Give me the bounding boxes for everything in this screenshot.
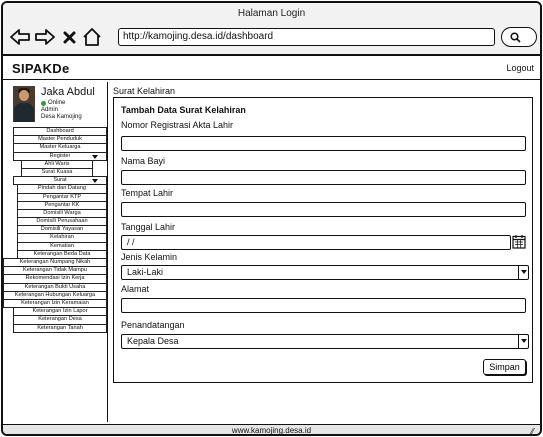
sidebar-item-label: Surat Kuasa: [41, 168, 73, 175]
close-icon: [63, 31, 75, 43]
sidebar: Jaka Abdul Online Admin Desa Kamojing Da…: [3, 82, 108, 422]
calendar-icon: [512, 235, 526, 249]
penandatangan-select[interactable]: Kepala Desa: [121, 334, 529, 349]
browser-window: Halaman Login http://kamojing.desa.id/da…: [1, 1, 542, 436]
chevron-down-icon: [92, 154, 98, 159]
sidebar-item-label: Surat: [53, 177, 67, 184]
home-button[interactable]: [81, 26, 103, 48]
browser-toolbar: Halaman Login http://kamojing.desa.id/da…: [3, 3, 540, 56]
form-title: Tambah Data Surat Kelahiran: [121, 105, 246, 115]
window-title: Halaman Login: [237, 8, 306, 19]
online-status: Online: [41, 100, 65, 106]
app-brand: SIPAKDe: [12, 61, 70, 76]
search-icon: [510, 31, 521, 43]
akta-input[interactable]: [121, 136, 526, 151]
sidebar-item-label: Keterangan Numpang Nikah: [19, 259, 91, 265]
sidebar-menu: Dashboard Master Penduduk Master Keluarg…: [3, 127, 107, 333]
breadcrumb: Surat Kelahiran: [113, 86, 176, 96]
sidebar-item-label: Keterangan Beda Data: [33, 250, 91, 257]
forward-button[interactable]: [34, 26, 56, 48]
form-panel: Tambah Data Surat Kelahiran Nomor Regist…: [113, 97, 533, 383]
sidebar-item-label: Keterangan Bukti Usaha: [24, 283, 86, 290]
sidebar-item-label: Rekomendasi Izin Kerja: [25, 275, 85, 282]
sidebar-item-label: Keterangan Tidak Mampu: [22, 267, 88, 274]
status-bar: www.kamojing.desa.id ⁄⁄: [3, 424, 540, 435]
sidebar-item-label: Keterangan Izin Keramaian: [21, 299, 89, 306]
penandatangan-value: Kepala Desa: [127, 336, 179, 346]
address-bar[interactable]: http://kamojing.desa.id/dashboard: [118, 28, 495, 46]
chevron-down-icon: [92, 179, 98, 184]
sidebar-item-label: Domisili Yayasan: [40, 226, 84, 233]
sidebar-item-label: Pindah dan Datang: [38, 185, 86, 192]
status-text: Online: [48, 100, 66, 106]
save-button[interactable]: Simpan: [483, 359, 526, 375]
resize-grip-icon[interactable]: ⁄⁄: [531, 426, 534, 434]
tanggal-lahir-label: Tanggal Lahir: [121, 222, 176, 232]
avatar: [13, 86, 35, 122]
sidebar-item-label: Keterangan Desa: [38, 316, 82, 323]
alamat-label: Alamat: [121, 284, 150, 294]
sidebar-item-label: Kelahiran: [50, 234, 74, 241]
nama-bayi-label: Nama Bayi: [121, 156, 166, 166]
chevron-down-icon: [518, 266, 528, 279]
status-dot-icon: [41, 100, 46, 106]
sidebar-item-label: Master Keluarga: [39, 144, 81, 151]
home-icon: [83, 28, 101, 46]
arrow-right-icon: [35, 29, 55, 45]
sidebar-item-label: Domisili Warga: [43, 209, 81, 216]
alamat-input[interactable]: [121, 298, 526, 313]
back-button[interactable]: [9, 26, 31, 48]
sidebar-item-label: Register: [49, 152, 71, 159]
sidebar-item-label: Dashboard: [46, 128, 74, 134]
tempat-lahir-label: Tempat Lahir: [121, 188, 174, 198]
stop-button[interactable]: [61, 26, 77, 48]
app-header: SIPAKDe Logout: [3, 58, 540, 80]
arrow-left-icon: [10, 29, 30, 45]
sidebar-item-label: Ahli Waris: [44, 160, 70, 167]
sidebar-item-label: Pengantar KK: [44, 201, 80, 208]
jenis-kelamin-value: Laki-Laki: [127, 267, 164, 277]
logout-link[interactable]: Logout: [506, 63, 534, 73]
jenis-kelamin-label: Jenis Kelamin: [121, 252, 178, 262]
sidebar-item-keterangan-tanah[interactable]: Keterangan Tanah: [13, 323, 107, 333]
sidebar-item-label: Master Penduduk: [38, 136, 82, 143]
chevron-down-icon: [518, 335, 528, 348]
footer-url: www.kamojing.desa.id: [231, 426, 312, 435]
sidebar-item-label: Domisili Perusahaan: [36, 218, 88, 225]
sidebar-item-label: Keterangan Hubungan Keluarga: [14, 291, 96, 298]
date-picker-button[interactable]: [512, 234, 526, 249]
search-button[interactable]: [501, 27, 537, 47]
tempat-lahir-input[interactable]: [121, 202, 526, 217]
sidebar-item-label: Pengantar KTP: [42, 193, 82, 200]
user-village: Desa Kamojing: [41, 114, 82, 120]
akta-label: Nomor Registrasi Akta Lahir: [121, 120, 234, 130]
user-role: Admin: [41, 107, 59, 113]
sidebar-item-label: Keterangan Tanah: [37, 324, 83, 331]
user-name: Jaka Abdul: [41, 86, 95, 98]
sidebar-item-label: Kematian: [50, 242, 74, 249]
user-profile: Jaka Abdul Online Admin Desa Kamojing: [13, 86, 108, 128]
nama-bayi-input[interactable]: [121, 170, 526, 185]
jenis-kelamin-select[interactable]: Laki-Laki: [121, 265, 529, 280]
penandatangan-label: Penandatangan: [121, 320, 185, 330]
sidebar-item-label: Keterangan Izin Lapor: [32, 308, 88, 315]
tanggal-lahir-input[interactable]: / /: [121, 235, 511, 250]
